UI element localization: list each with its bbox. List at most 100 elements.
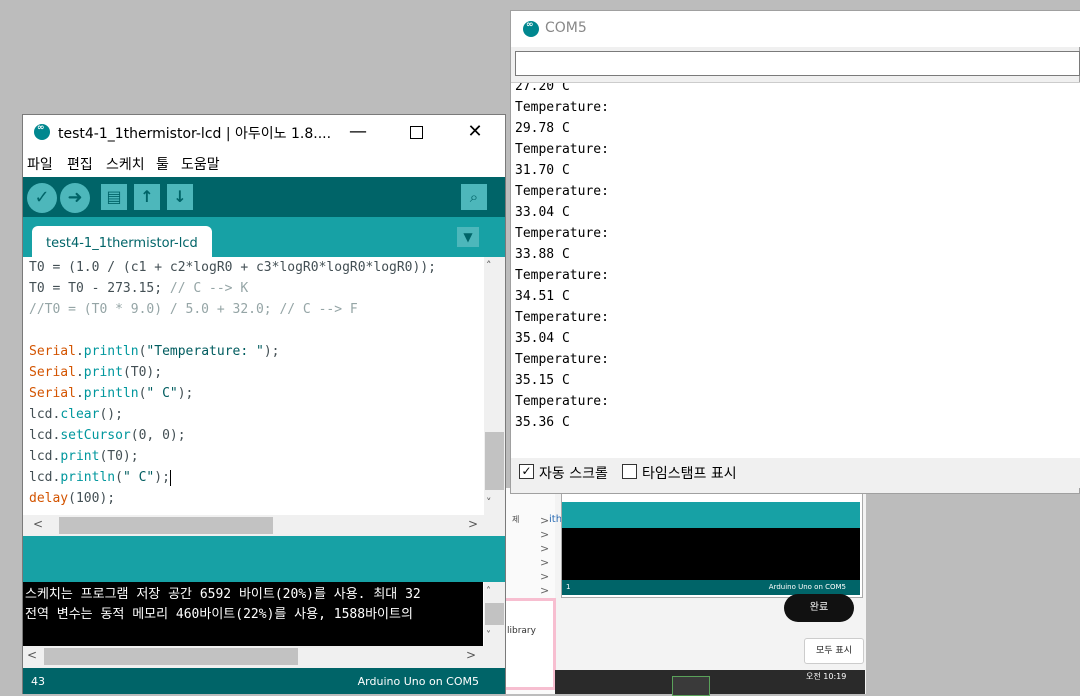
ide-message-bar	[23, 536, 505, 582]
code-token: lcd.	[29, 407, 61, 422]
magnifier-icon: ⌕	[469, 188, 479, 206]
code-line: lcd.setCursor(0, 0);	[29, 425, 186, 446]
save-sketch-button[interactable]: ↓	[167, 184, 193, 210]
code-token: );	[177, 386, 194, 401]
autoscroll-checkbox[interactable]: ✓	[519, 464, 534, 479]
code-line: //T0 = (T0 * 9.0) / 5.0 + 32.0; // C -->…	[29, 299, 358, 320]
serial-output-line: Temperature:	[515, 226, 609, 241]
menu-edit[interactable]: 편집	[67, 154, 93, 174]
code-token: print	[83, 365, 123, 380]
open-sketch-button[interactable]: ↑	[134, 184, 160, 210]
editor-horizontal-scroll-thumb[interactable]	[59, 517, 273, 534]
timestamp-label: 타임스탬프 표시	[642, 466, 737, 482]
code-token: (T0);	[99, 449, 139, 464]
scroll-right-icon[interactable]: >	[468, 517, 478, 531]
serial-output-line: 34.51 C	[515, 289, 570, 304]
menu-help[interactable]: 도움말	[181, 154, 220, 174]
autoscroll-label: 자동 스크롤	[539, 466, 608, 482]
close-button[interactable]: ✕	[460, 118, 490, 146]
serial-monitor-button[interactable]: ⌕	[461, 184, 487, 210]
serial-send-input[interactable]	[515, 51, 1080, 76]
code-token: print	[60, 449, 100, 464]
code-token: ();	[99, 407, 123, 422]
code-line: T0 = T0 - 273.15; // C --> K	[29, 278, 248, 299]
menu-tools[interactable]: 툴	[156, 154, 169, 174]
tab-sketch-label: test4-1_1thermistor-lcd	[46, 236, 198, 251]
minimize-button[interactable]: —	[343, 118, 373, 146]
menu-file[interactable]: 파일	[27, 154, 53, 174]
ide-console: 스케치는 프로그램 저장 공간 6592 바이트(20%)를 사용. 최대 32…	[23, 582, 483, 646]
serial-titlebar[interactable]	[511, 11, 1080, 47]
new-sketch-button[interactable]: ▤	[101, 184, 127, 210]
code-token: println	[60, 470, 116, 485]
background-mini-ide-status: 1 Arduino Uno on COM5	[562, 580, 860, 595]
console-line: 전역 변수는 동적 메모리 460바이트(22%)를 사용, 1588바이트의	[25, 607, 413, 622]
arrow-right-icon: ➜	[67, 187, 83, 208]
scroll-up-icon[interactable]: ˄	[486, 259, 492, 272]
timestamp-checkbox[interactable]	[622, 464, 637, 479]
serial-output-line: Temperature:	[515, 352, 609, 367]
code-line: T0 = (1.0 / (c1 + c2*logR0 + c3*logR0*lo…	[29, 257, 436, 278]
code-token: setCursor	[60, 428, 131, 443]
code-token: Serial	[29, 344, 76, 359]
checkmark-icon: ✓	[34, 187, 50, 208]
code-token: (	[115, 470, 123, 485]
tab-sketch[interactable]: test4-1_1thermistor-lcd	[32, 226, 212, 257]
new-file-icon: ▤	[106, 187, 122, 206]
scroll-down-icon[interactable]: ˅	[486, 496, 492, 509]
menu-sketch[interactable]: 스케치	[106, 154, 145, 174]
background-library-label: library	[507, 626, 536, 636]
maximize-icon	[410, 126, 423, 139]
status-board-port: Arduino Uno on COM5	[357, 675, 479, 688]
serial-output-line: Temperature:	[515, 310, 609, 325]
serial-output: 27.20 C Temperature: 29.78 C Temperature: 31…	[511, 82, 1080, 459]
scroll-left-icon[interactable]: <	[27, 648, 37, 662]
serial-output-line: 35.04 C	[515, 331, 570, 346]
code-token: T0 = (1.0 / (c1 + c2*logR0 + c3*logR0*lo…	[29, 260, 436, 275]
code-editor[interactable]: T0 = (1.0 / (c1 + c2*logR0 + c3*logR0*lo…	[23, 257, 483, 515]
serial-output-line: 33.04 C	[515, 205, 570, 220]
console-line: 스케치는 프로그램 저장 공간 6592 바이트(20%)를 사용. 최대 32	[25, 587, 421, 602]
serial-output-line: 35.15 C	[515, 373, 570, 388]
code-token: .	[75, 365, 84, 380]
code-token: " C"	[146, 386, 178, 401]
tab-menu-button[interactable]: ▼	[457, 227, 479, 247]
editor-vertical-scroll-thumb[interactable]	[485, 432, 504, 490]
serial-output-line: 31.70 C	[515, 163, 570, 178]
console-vertical-scroll-thumb[interactable]	[485, 603, 504, 625]
show-all-button[interactable]: 모두 표시	[804, 638, 864, 664]
background-mini-ide-console	[562, 528, 860, 580]
code-token: );	[154, 470, 170, 485]
code-line: lcd.clear();	[29, 404, 123, 425]
code-line: delay(100);	[29, 488, 115, 509]
console-horizontal-scroll-thumb[interactable]	[44, 648, 298, 665]
scroll-down-icon[interactable]: ˅	[486, 630, 491, 641]
done-button[interactable]: 완료	[784, 594, 854, 622]
taskbar-clock: 오전 10:19	[806, 672, 847, 681]
code-token: T0 = T0 - 273.15;	[29, 281, 170, 296]
arduino-logo-icon: ∞	[523, 20, 539, 37]
code-token: Serial	[29, 386, 76, 401]
serial-output-line: Temperature:	[515, 394, 609, 409]
code-token: // C --> K	[169, 281, 249, 296]
arduino-logo-icon: ∞	[34, 123, 50, 140]
scroll-right-icon[interactable]: >	[466, 648, 476, 662]
scroll-left-icon[interactable]: <	[33, 517, 43, 531]
verify-button[interactable]: ✓	[27, 183, 57, 213]
code-token: lcd.	[29, 470, 61, 485]
maximize-button[interactable]	[402, 118, 432, 146]
code-line: Serial.println(" C");	[29, 383, 193, 404]
mini-status-line: 1	[566, 583, 571, 591]
code-token: );	[263, 344, 280, 359]
code-token: clear	[60, 407, 100, 422]
upload-button[interactable]: ➜	[60, 183, 90, 213]
code-token: //T0 = (T0 * 9.0) / 5.0 + 32.0; // C -->…	[29, 302, 358, 317]
code-token: println	[83, 344, 139, 359]
background-label: 제	[512, 515, 520, 524]
code-token: (100);	[68, 491, 116, 506]
scroll-up-icon[interactable]: ˄	[486, 586, 491, 597]
triangle-down-icon: ▼	[463, 230, 473, 244]
serial-output-line: Temperature:	[515, 142, 609, 157]
background-chevrons: > > > > > >	[540, 514, 550, 597]
taskbar-app-tile[interactable]	[672, 676, 710, 696]
